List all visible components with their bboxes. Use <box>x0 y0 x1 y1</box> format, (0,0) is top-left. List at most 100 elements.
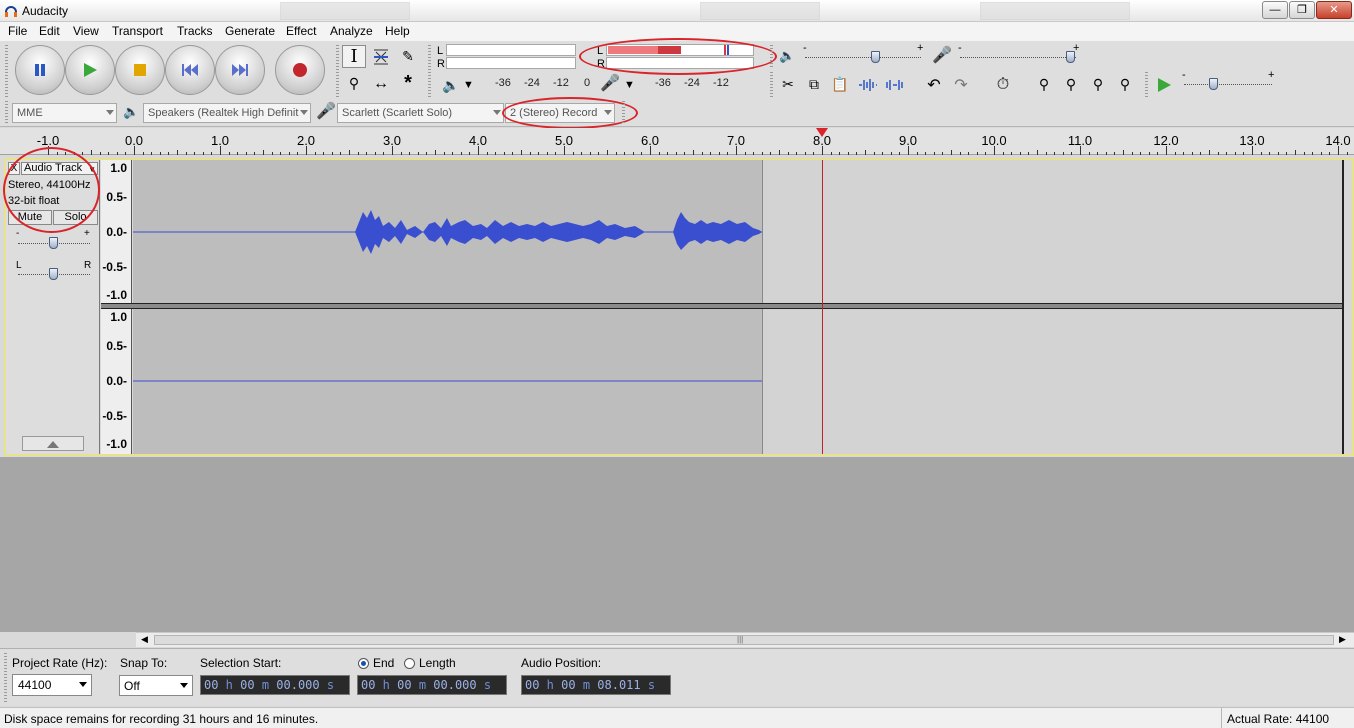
ruler-tick <box>1200 152 1202 155</box>
playhead-marker[interactable] <box>816 128 828 137</box>
menu-tracks[interactable]: Tracks <box>177 24 213 38</box>
skip-to-end-button[interactable] <box>215 45 265 95</box>
maximize-button[interactable]: ❐ <box>1289 1 1315 19</box>
record-meter-right[interactable] <box>446 57 576 69</box>
copy-button[interactable]: ⧉ <box>802 73 826 96</box>
menu-analyze[interactable]: Analyze <box>330 24 373 38</box>
ruler-tick <box>736 146 737 155</box>
multi-tool-button[interactable]: * <box>396 72 420 95</box>
play-speed-slider[interactable] <box>1184 84 1272 85</box>
menu-file[interactable]: File <box>8 24 27 38</box>
toolbar-grip[interactable] <box>5 45 8 97</box>
menu-transport[interactable]: Transport <box>112 24 163 38</box>
sync-lock-button[interactable]: ⏱ <box>991 73 1015 96</box>
audio-host-dropdown[interactable]: MME <box>12 103 117 123</box>
ruler-tick <box>650 146 651 155</box>
menu-view[interactable]: View <box>73 24 99 38</box>
play-button[interactable] <box>65 45 115 95</box>
zoom-in-button[interactable]: ⚲ <box>1032 73 1056 96</box>
scroll-left-icon[interactable]: ◀ <box>141 634 148 645</box>
ruler-tick <box>865 150 866 155</box>
menu-generate[interactable]: Generate <box>225 24 275 38</box>
redo-button[interactable]: ↷ <box>949 73 973 96</box>
snap-to-dropdown[interactable]: Off <box>119 675 193 696</box>
close-icon: ✕ <box>1329 3 1339 16</box>
ruler-tick <box>349 150 350 155</box>
toolbar-grip[interactable] <box>336 45 339 97</box>
output-volume-slider[interactable] <box>805 57 921 58</box>
empty-track-area[interactable] <box>762 160 1342 304</box>
record-button[interactable] <box>275 45 325 95</box>
slider-thumb[interactable] <box>1209 78 1218 90</box>
ruler-tick <box>770 152 772 155</box>
time-shift-tool-button[interactable]: ↔ <box>369 72 393 95</box>
output-device-dropdown[interactable]: Speakers (Realtek High Definit <box>143 103 311 123</box>
menu-edit[interactable]: Edit <box>39 24 60 38</box>
input-volume-slider[interactable] <box>960 57 1076 58</box>
toolbar-grip[interactable] <box>428 45 431 97</box>
ruler-tick <box>237 152 239 155</box>
scrollbar-thumb[interactable]: ||| <box>154 635 1334 645</box>
audio-host-value: MME <box>17 107 43 119</box>
end-radio[interactable] <box>358 658 369 669</box>
toolbar-grip[interactable] <box>1145 72 1148 98</box>
length-radio[interactable] <box>404 658 415 669</box>
draw-tool-button[interactable]: ✎ <box>396 45 420 68</box>
ruler-tick <box>727 152 729 155</box>
record-meter-left[interactable] <box>446 44 576 56</box>
close-window-button[interactable]: ✕ <box>1316 1 1352 19</box>
chevron-down-icon[interactable]: ▼ <box>463 79 474 91</box>
ruler-tick <box>641 152 643 155</box>
selection-end-time[interactable]: 00 h 00 m 00.000 s <box>357 675 507 695</box>
timeline-ruler[interactable]: -1.0 0.0 1.0 2.0 3.0 4.0 5.0 6.0 7.0 8.0 9.0 10.0 11… <box>0 128 1354 155</box>
ruler-tick <box>168 152 170 155</box>
ruler-tick <box>555 152 557 155</box>
ruler-tick <box>916 152 918 155</box>
project-rate-combo[interactable]: 44100 <box>12 674 92 696</box>
play-at-speed-button[interactable] <box>1152 73 1176 96</box>
horizontal-scrollbar[interactable]: ◀ ||| ▶ <box>136 632 1354 647</box>
toolbar-grip[interactable] <box>770 45 773 69</box>
zoom-out-button[interactable]: ⚲ <box>1059 73 1083 96</box>
speaker-icon: 🔈 <box>123 104 140 119</box>
stop-button[interactable] <box>115 45 165 95</box>
minimize-button[interactable]: — <box>1262 1 1288 19</box>
paste-button[interactable]: 📋 <box>828 73 852 96</box>
empty-track-area[interactable] <box>762 309 1342 454</box>
selection-tool-button[interactable]: I <box>342 45 366 68</box>
scroll-right-icon[interactable]: ▶ <box>1339 634 1346 645</box>
fit-selection-button[interactable]: ⚲ <box>1086 73 1110 96</box>
undo-button[interactable]: ↶ <box>922 73 946 96</box>
toolbar-grip[interactable] <box>4 653 7 703</box>
time-hours: 00 <box>525 678 540 692</box>
audacity-logo-icon <box>5 6 17 17</box>
slider-min-label: - <box>958 42 962 54</box>
silence-button[interactable] <box>883 73 907 96</box>
input-device-dropdown[interactable]: Scarlett (Scarlett Solo) <box>337 103 504 123</box>
copy-icon: ⧉ <box>809 76 819 92</box>
envelope-tool-button[interactable] <box>369 45 393 68</box>
toolbar-grip[interactable] <box>770 72 773 98</box>
menu-help[interactable]: Help <box>385 24 410 38</box>
skip-to-start-button[interactable] <box>165 45 215 95</box>
pause-button[interactable] <box>15 45 65 95</box>
chevron-down-icon[interactable]: ▼ <box>624 79 635 91</box>
trim-button[interactable] <box>856 73 880 96</box>
fit-project-button[interactable]: ⚲ <box>1113 73 1137 96</box>
collapse-track-button[interactable] <box>22 436 84 451</box>
empty-track-space[interactable] <box>0 457 1354 632</box>
zoom-tool-button[interactable]: ⚲ <box>342 72 366 95</box>
toolbar-grip[interactable] <box>622 101 625 123</box>
ruler-tick <box>306 146 307 155</box>
slider-thumb[interactable] <box>871 51 880 63</box>
ruler-tick <box>1045 152 1047 155</box>
toolbar-grip[interactable] <box>5 101 8 123</box>
selection-start-time[interactable]: 00 h 00 m 00.000 s <box>200 675 350 695</box>
slider-thumb[interactable] <box>49 237 58 249</box>
ruler-tick <box>976 152 978 155</box>
audio-position-time[interactable]: 00 h 00 m 08.011 s <box>521 675 671 695</box>
menu-effect[interactable]: Effect <box>286 24 316 38</box>
slider-thumb[interactable] <box>49 268 58 280</box>
slider-thumb[interactable] <box>1066 51 1075 63</box>
cut-button[interactable]: ✂ <box>776 73 800 96</box>
